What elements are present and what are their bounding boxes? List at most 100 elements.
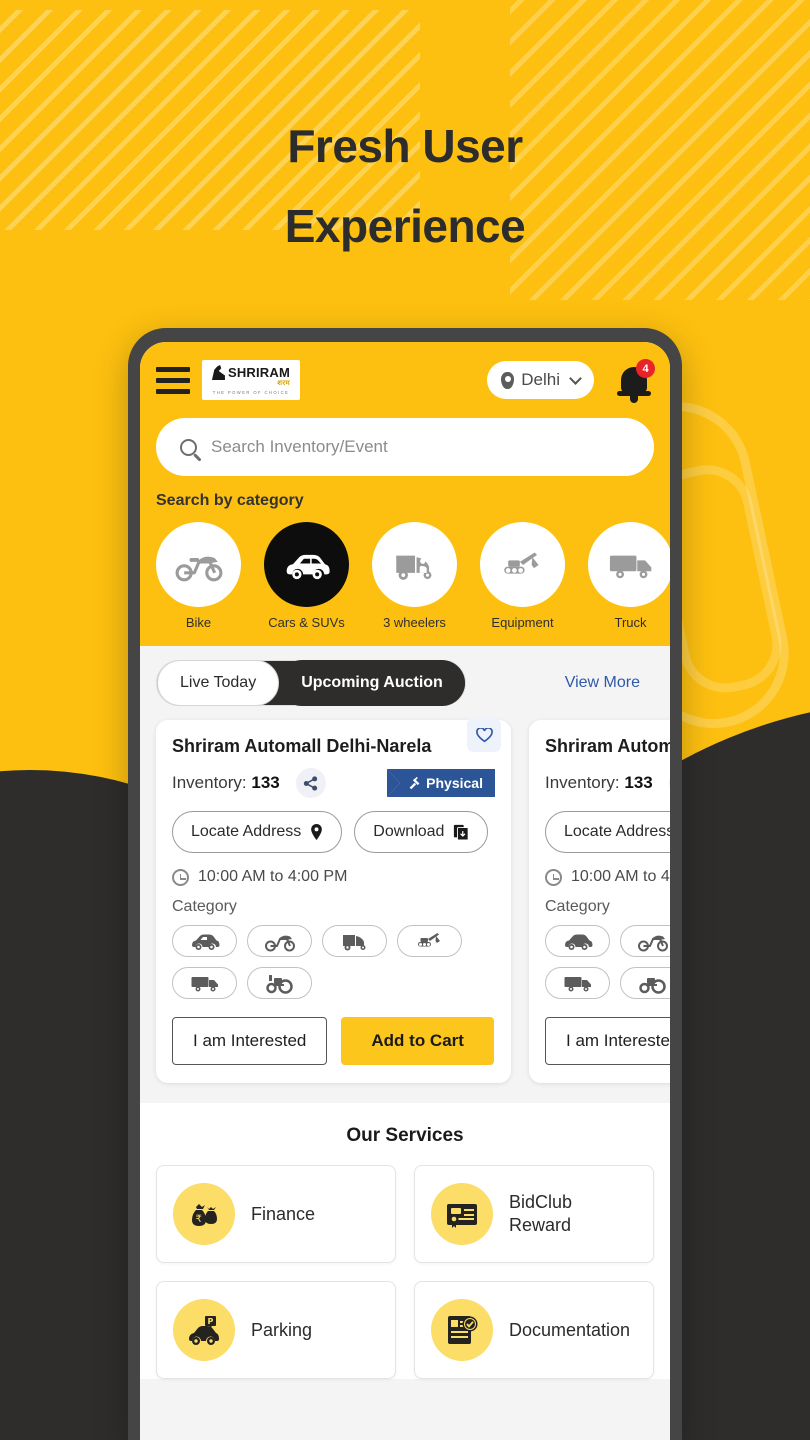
share-button[interactable]: [295, 768, 326, 798]
map-pin-icon: [501, 371, 515, 389]
inventory-text: Inventory: 133: [172, 773, 280, 793]
chip-tractor[interactable]: [620, 967, 670, 999]
service-icon-circle: [431, 1183, 493, 1245]
category-label: 3 wheelers: [383, 615, 446, 630]
auction-tabs: Live Today Upcoming Auction View More: [156, 660, 654, 706]
promo-headline: Fresh User Experience: [0, 106, 810, 266]
logo-tagline: THE POWER OF CHOICE: [212, 390, 290, 395]
category-icon-circle: [372, 522, 457, 607]
auction-time: 10:00 AM to 4:00 PM: [198, 868, 348, 885]
category-item-3-wheelers[interactable]: 3 wheelers: [372, 522, 457, 630]
category-section-title: Search by category: [156, 492, 304, 509]
chip-bike[interactable]: [620, 925, 670, 957]
share-button[interactable]: [668, 768, 670, 798]
inventory-value: 133: [251, 773, 280, 792]
chip-tractor[interactable]: [247, 967, 312, 999]
auction-type-badge: Physical: [387, 769, 495, 797]
inventory-label: Inventory:: [172, 773, 247, 792]
auction-card[interactable]: Shriram Automall Delhi-Narela Inventory:…: [529, 720, 670, 1083]
category-list: Bike Cars & SUVs 3 wheelers Equipment Tr…: [156, 522, 670, 630]
tab-live-today[interactable]: Live Today: [157, 660, 280, 706]
card-action-buttons: Locate Address Download: [545, 811, 670, 853]
add-to-cart-button[interactable]: Add to Cart: [341, 1017, 494, 1065]
chip-bike[interactable]: [247, 925, 312, 957]
view-more-link[interactable]: View More: [565, 674, 654, 692]
svg-text:₹: ₹: [196, 1214, 202, 1225]
category-item-bike[interactable]: Bike: [156, 522, 241, 630]
locate-address-button[interactable]: Locate Address: [545, 811, 670, 853]
service-item-bidclub-reward[interactable]: BidClub Reward: [414, 1165, 654, 1263]
favorite-button[interactable]: [467, 718, 501, 752]
inventory-text: Inventory: 133: [545, 773, 653, 793]
auction-time: 10:00 AM to 4:00 PM: [571, 868, 670, 885]
motorbike-icon: [175, 556, 222, 581]
motorbike-icon: [637, 935, 668, 952]
chip-car[interactable]: [545, 925, 610, 957]
badge-label: Physical: [426, 775, 483, 791]
map-pin-icon: [311, 824, 323, 840]
service-item-documentation[interactable]: Documentation: [414, 1281, 654, 1379]
card-cta-row: I am Interested Add to Cart: [172, 1017, 495, 1065]
tractor-icon: [265, 975, 293, 994]
category-item-cars-suvs[interactable]: Cars & SUVs: [264, 522, 349, 630]
category-icon-circle: [480, 522, 565, 607]
category-item-truck[interactable]: Truck: [588, 522, 670, 630]
category-label: Equipment: [491, 615, 554, 630]
download-label: Download: [373, 823, 445, 840]
service-icon-circle: ₹: [173, 1183, 235, 1245]
category-icon-circle: [264, 522, 349, 607]
search-input[interactable]: Search Inventory/Event: [156, 418, 654, 476]
category-icon-circle: [588, 522, 670, 607]
i-am-interested-button[interactable]: I am Interested: [172, 1017, 328, 1065]
inventory-row: Inventory: 133 Physical: [545, 768, 670, 798]
hamburger-menu-icon[interactable]: [156, 366, 190, 394]
notification-bell-button[interactable]: 4: [616, 359, 655, 403]
service-label: Documentation: [509, 1319, 631, 1340]
location-selector[interactable]: Delhi: [487, 361, 594, 399]
chevron-down-icon: [569, 371, 582, 385]
logo-subtext: शरम: [277, 380, 290, 387]
service-item-finance[interactable]: ₹ Finance: [156, 1165, 396, 1263]
clock-icon: [172, 868, 189, 886]
car-parking-icon: P: [189, 1316, 219, 1345]
chip-car[interactable]: [172, 925, 237, 957]
inventory-label: Inventory:: [545, 773, 620, 792]
logo-mark-icon: [211, 365, 225, 380]
i-am-interested-button[interactable]: I am Interested: [545, 1017, 670, 1065]
share-icon: [304, 775, 318, 791]
reward-card-icon: [447, 1204, 477, 1228]
auction-card[interactable]: Shriram Automall Delhi-Narela Inventory:…: [156, 718, 511, 1083]
download-button[interactable]: Download: [354, 811, 489, 853]
car-icon: [564, 934, 592, 950]
chip-truck[interactable]: [172, 967, 237, 999]
service-label: Finance: [251, 1203, 316, 1224]
heart-outline-icon: [475, 727, 493, 742]
headline-line-1: Fresh User: [287, 120, 523, 172]
card-category-label: Category: [545, 898, 610, 915]
notification-count-badge: 4: [636, 359, 655, 378]
chip-truck[interactable]: [545, 967, 610, 999]
car-icon: [286, 554, 330, 579]
truck-icon: [564, 977, 591, 992]
tab-upcoming-auction[interactable]: Upcoming Auction: [279, 660, 465, 706]
chip-3-wheeler[interactable]: [322, 925, 387, 957]
category-item-equipment[interactable]: Equipment: [480, 522, 565, 630]
auction-card-list: Shriram Automall Delhi-Narela Inventory:…: [156, 718, 670, 1083]
auction-time-row: 10:00 AM to 4:00 PM: [172, 868, 495, 886]
locate-address-button[interactable]: Locate Address: [172, 811, 343, 853]
locate-label: Locate Address: [564, 823, 670, 840]
inventory-value: 133: [624, 773, 653, 792]
location-label: Delhi: [521, 370, 560, 389]
card-category-chips: [172, 925, 495, 999]
category-label: Cars & SUVs: [268, 615, 345, 630]
service-label: BidClub Reward: [509, 1192, 573, 1235]
excavator-icon: [503, 552, 539, 574]
tractor-icon: [638, 978, 666, 994]
services-grid: ₹ Finance BidClub Reward P Parking Docum…: [156, 1165, 654, 1379]
service-item-parking[interactable]: P Parking: [156, 1281, 396, 1379]
chip-equipment[interactable]: [397, 925, 462, 957]
locate-label: Locate Address: [191, 823, 302, 840]
card-cta-row: I am Interested Add to Cart: [545, 1017, 670, 1065]
services-section: Our Services ₹ Finance BidClub Reward P …: [140, 1103, 670, 1379]
logo-text: SHRIRAM: [227, 365, 291, 380]
